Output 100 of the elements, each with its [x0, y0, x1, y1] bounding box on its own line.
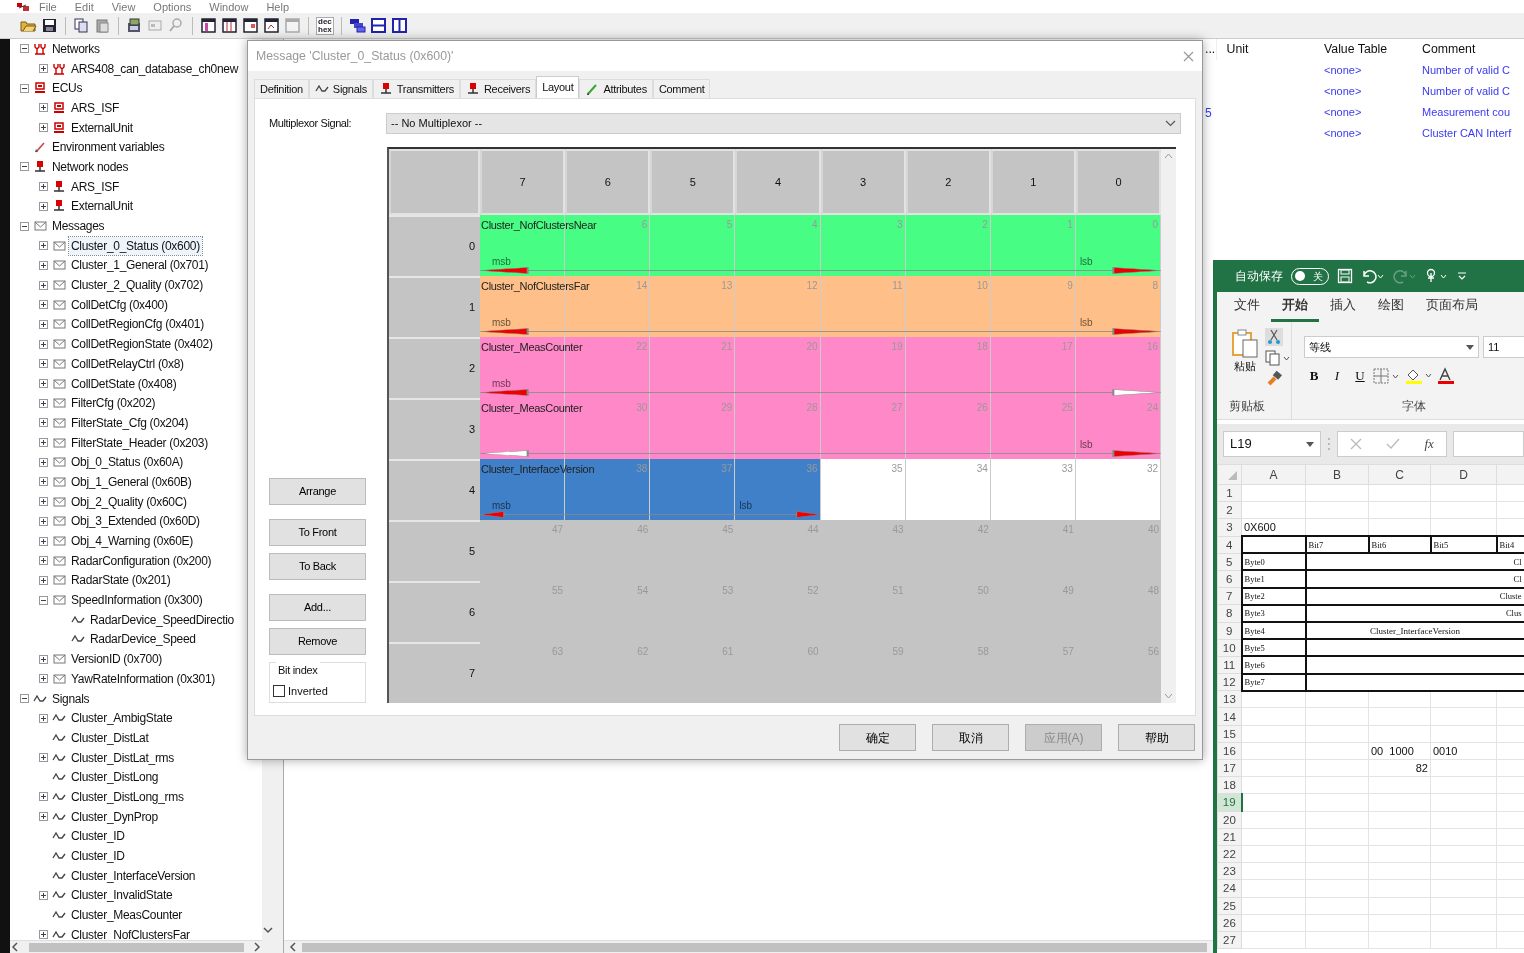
format-button[interactable]: B	[1304, 366, 1324, 386]
save-icon[interactable]	[41, 17, 58, 34]
expand-toggle-icon[interactable]	[39, 654, 48, 664]
expand-toggle-icon[interactable]	[39, 713, 48, 723]
tree-item[interactable]: ARS_ISF	[69, 177, 121, 196]
tree-item[interactable]: CollDetRegionCfg (0x401)	[69, 315, 206, 334]
expand-toggle-icon[interactable]	[39, 64, 48, 74]
tree-item[interactable]: RadarDevice_SpeedDirectio	[88, 610, 236, 629]
layers-icon[interactable]	[348, 17, 366, 34]
menu-item[interactable]: Edit	[65, 0, 103, 13]
dialog-button[interactable]: 确定	[839, 724, 916, 751]
expand-toggle-icon[interactable]	[39, 319, 48, 329]
expand-toggle-icon[interactable]	[39, 379, 48, 389]
expand-toggle-icon[interactable]	[39, 930, 48, 940]
expand-toggle-icon[interactable]	[39, 457, 48, 467]
tree-item[interactable]: ARS_ISF	[69, 98, 121, 117]
format-toggle-button[interactable]: dec hex	[316, 16, 334, 35]
tree-item[interactable]: Obj_0_Status (0x60A)	[69, 453, 186, 472]
tree-item[interactable]: Networks	[50, 39, 102, 58]
name-box[interactable]: L19	[1223, 431, 1321, 457]
scissors-icon[interactable]	[1265, 328, 1283, 346]
ribbon-tab[interactable]: 插入	[1319, 292, 1367, 322]
tree-item[interactable]: Obj_4_Warning (0x60E)	[69, 532, 195, 551]
ribbon-tab[interactable]: 页面布局	[1415, 292, 1489, 322]
tree-item[interactable]: ExternalUnit	[69, 197, 135, 216]
tree-item[interactable]: Cluster_DistLong	[69, 768, 161, 787]
table-icon[interactable]	[221, 17, 238, 34]
expand-toggle-icon[interactable]	[39, 300, 48, 310]
scroll-left-icon[interactable]	[288, 942, 298, 952]
columns-icon[interactable]	[390, 17, 408, 34]
expand-toggle-icon[interactable]	[39, 812, 48, 822]
scroll-thumb[interactable]	[28, 942, 244, 952]
column-header[interactable]: B	[1305, 464, 1369, 485]
expand-toggle-icon[interactable]	[39, 359, 48, 369]
menu-item[interactable]: View	[102, 0, 145, 13]
format-button[interactable]: I	[1327, 366, 1347, 386]
close-icon[interactable]	[1183, 50, 1194, 62]
format-button[interactable]: U	[1350, 366, 1370, 386]
tree-item[interactable]: ECUs	[50, 79, 85, 98]
tree-item[interactable]: Cluster_2_Quality (0x702)	[69, 276, 205, 295]
copy-icon[interactable]	[73, 17, 90, 34]
expand-toggle-icon[interactable]	[39, 556, 48, 566]
tree-item[interactable]: Cluster_DistLat	[69, 728, 151, 747]
tree-item[interactable]: Cluster_0_Status (0x600)	[69, 236, 202, 255]
expand-toggle-icon[interactable]	[39, 280, 48, 290]
insert-function-button[interactable]: fx	[1424, 434, 1434, 454]
expand-toggle-icon[interactable]	[20, 162, 29, 172]
scrollbar[interactable]	[10, 940, 262, 953]
tree-item[interactable]: Messages	[50, 217, 107, 236]
expand-toggle-icon[interactable]	[39, 123, 48, 133]
font-name-dropdown[interactable]: 等线	[1304, 336, 1479, 358]
tree-item[interactable]: FilterState_Cfg (0x204)	[69, 413, 191, 432]
tree-item[interactable]: ExternalUnit	[69, 118, 135, 137]
tree-item[interactable]: Obj_1_General (0x60B)	[69, 472, 194, 491]
ribbon-tab[interactable]: 绘图	[1367, 292, 1415, 322]
dialog-button[interactable]: 帮助	[1118, 724, 1195, 751]
tree-item[interactable]: ARS408_can_database_ch0new	[69, 59, 240, 78]
column-header[interactable]: Comment	[1412, 39, 1524, 60]
tree-item[interactable]: VersionID (0x700)	[69, 650, 164, 669]
expand-toggle-icon[interactable]	[39, 182, 48, 192]
tab[interactable]: Definition	[254, 79, 309, 98]
tree-item[interactable]: Cluster_ID	[69, 827, 127, 846]
font-size-dropdown[interactable]: 11	[1483, 336, 1524, 358]
expand-toggle-icon[interactable]	[39, 418, 48, 428]
undo-icon[interactable]	[1361, 268, 1385, 284]
rows-icon[interactable]	[369, 17, 387, 34]
table-icon[interactable]	[200, 17, 217, 34]
tab[interactable]: Receivers	[459, 79, 537, 98]
database-icon[interactable]	[126, 17, 143, 34]
menu-item[interactable]: Help	[257, 0, 299, 13]
expand-toggle-icon[interactable]	[39, 753, 48, 763]
scroll-down-icon[interactable]	[263, 925, 273, 935]
side-button[interactable]: Remove	[269, 628, 366, 655]
tree-item[interactable]: Cluster_1_General (0x701)	[69, 256, 211, 275]
table-icon[interactable]	[263, 17, 280, 34]
tree-item[interactable]: Cluster_MeasCounter	[69, 906, 185, 925]
table-icon[interactable]	[242, 17, 259, 34]
scroll-left-icon[interactable]	[10, 942, 20, 952]
paste-icon[interactable]	[94, 17, 111, 34]
tree-item[interactable]: CollDetRegionState (0x402)	[69, 335, 215, 354]
scrollbar[interactable]	[284, 940, 1214, 953]
touch-icon[interactable]	[1425, 268, 1449, 284]
expand-toggle-icon[interactable]	[39, 792, 48, 802]
tree-item[interactable]: Cluster_DynProp	[69, 807, 160, 826]
copy-icon[interactable]	[1265, 350, 1291, 366]
column-header[interactable]: C	[1368, 464, 1431, 485]
expand-toggle-icon[interactable]	[20, 44, 29, 54]
side-button[interactable]: To Back	[269, 553, 366, 580]
expand-toggle-icon[interactable]	[39, 241, 48, 251]
column-header[interactable]: Unit	[1216, 39, 1314, 60]
tree-item[interactable]: Cluster_InterfaceVersion	[69, 866, 198, 885]
expand-toggle-icon[interactable]	[20, 221, 29, 231]
expand-toggle-icon[interactable]	[39, 438, 48, 448]
tree-item[interactable]: CollDetRelayCtrl (0x8)	[69, 354, 186, 373]
column-header[interactable]: Value Table	[1314, 39, 1412, 60]
tree-item[interactable]: Signals	[50, 689, 92, 708]
scroll-right-icon[interactable]	[252, 942, 262, 952]
expand-toggle-icon[interactable]	[20, 83, 29, 93]
tree-item[interactable]: RadarState (0x201)	[69, 571, 173, 590]
expand-toggle-icon[interactable]	[39, 575, 48, 585]
